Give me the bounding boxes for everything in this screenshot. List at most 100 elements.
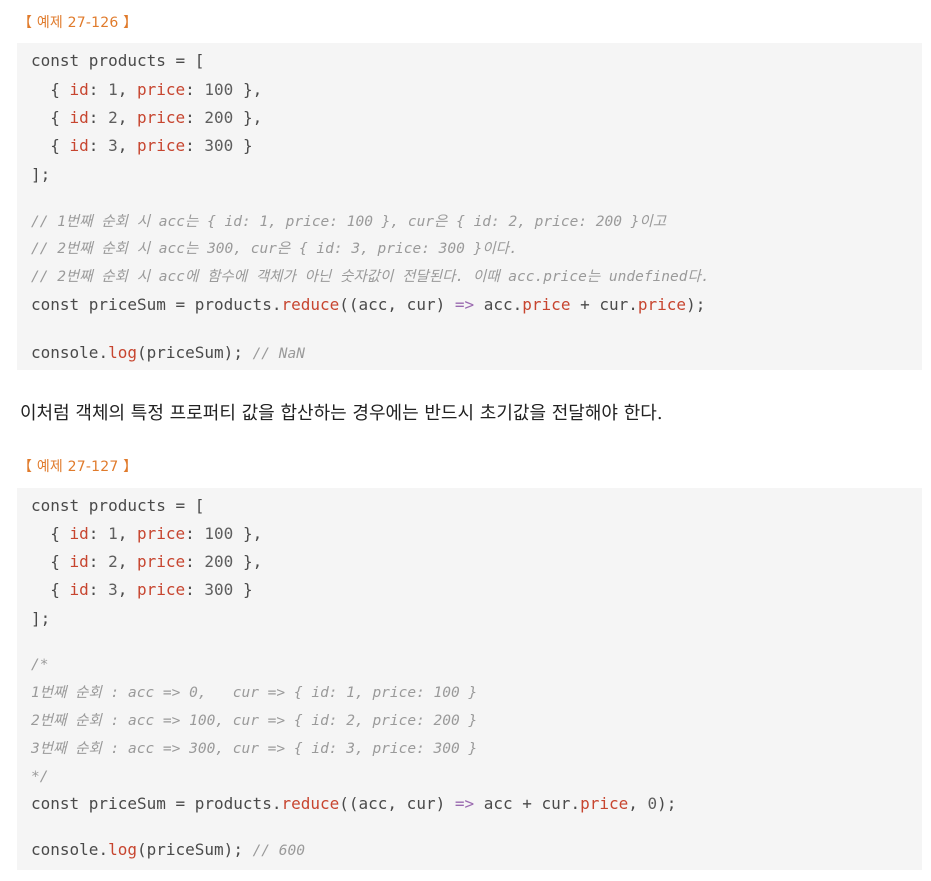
code-comment-text: // NaN bbox=[252, 346, 305, 362]
code-text: . bbox=[98, 840, 109, 859]
code-text: (priceSum); bbox=[136, 840, 253, 859]
code-block: const products = [ { id: 1, price: 100 }… bbox=[17, 488, 922, 870]
code-text: } bbox=[233, 580, 253, 599]
code-text: { bbox=[31, 552, 70, 571]
code-number: 200 bbox=[204, 552, 234, 571]
code-text: : bbox=[88, 552, 109, 571]
code-comment-text: // 1번째 순회 시 acc는 { id: 1, price: 100 }, … bbox=[31, 214, 667, 230]
code-text: : bbox=[185, 524, 205, 543]
code-operator: => bbox=[454, 794, 475, 813]
code-property: price bbox=[136, 524, 186, 543]
code-text: , bbox=[117, 108, 137, 127]
code-property: id bbox=[69, 552, 89, 571]
code-number: 300 bbox=[204, 136, 234, 155]
code-line: { id: 3, price: 300 } bbox=[31, 136, 253, 156]
code-number: 1 bbox=[108, 524, 118, 543]
code-text: : bbox=[88, 108, 109, 127]
code-property: price bbox=[136, 580, 186, 599]
code-block: const products = [ { id: 1, price: 100 }… bbox=[17, 43, 922, 370]
code-number: 100 bbox=[204, 80, 234, 99]
code-text: , bbox=[117, 136, 137, 155]
code-text: { bbox=[31, 136, 70, 155]
code-text: ]; bbox=[31, 165, 51, 184]
code-comment-text: 2번째 순회 : acc => 100, cur => { id: 2, pri… bbox=[31, 713, 478, 729]
code-text: : bbox=[185, 108, 205, 127]
code-keyword: console bbox=[31, 840, 99, 859]
code-property: id bbox=[69, 80, 89, 99]
code-property: id bbox=[69, 524, 89, 543]
code-property: price bbox=[637, 295, 687, 314]
code-function: reduce bbox=[281, 295, 340, 314]
code-property: price bbox=[136, 80, 186, 99]
code-number: 200 bbox=[204, 108, 234, 127]
code-text: , bbox=[117, 524, 137, 543]
code-keyword: const bbox=[31, 496, 89, 515]
code-line: console.log(priceSum); // NaN bbox=[31, 343, 305, 364]
code-line: { id: 3, price: 300 } bbox=[31, 580, 253, 600]
code-keyword: const bbox=[31, 794, 89, 813]
code-text: : bbox=[88, 524, 109, 543]
code-line: ]; bbox=[31, 165, 50, 185]
code-text: , bbox=[628, 794, 648, 813]
code-comment-text: /* bbox=[31, 657, 49, 673]
code-text: priceSum = products. bbox=[88, 794, 282, 813]
code-text: . bbox=[98, 343, 109, 362]
code-text: }, bbox=[233, 552, 263, 571]
code-comment: /* bbox=[31, 654, 48, 675]
example-label: 【 예제 27-127 】 bbox=[18, 459, 138, 475]
code-text: acc + cur. bbox=[474, 794, 581, 813]
code-comment-text: 3번째 순회 : acc => 300, cur => { id: 3, pri… bbox=[31, 741, 478, 757]
code-line: { id: 1, price: 100 }, bbox=[31, 80, 262, 100]
code-property: id bbox=[69, 136, 89, 155]
code-function: log bbox=[108, 343, 137, 362]
code-line: ]; bbox=[31, 609, 50, 629]
code-comment: // 2번째 순회 시 acc는 300, cur은 { id: 3, pric… bbox=[31, 238, 518, 259]
code-comment-text: // 600 bbox=[252, 843, 305, 859]
code-text: , bbox=[117, 580, 137, 599]
code-line: { id: 2, price: 200 }, bbox=[31, 552, 262, 572]
code-property: price bbox=[522, 295, 571, 314]
code-comment: 1번째 순회 : acc => 0, cur => { id: 1, price… bbox=[31, 682, 477, 703]
code-function: reduce bbox=[281, 794, 340, 813]
code-number: 3 bbox=[108, 136, 118, 155]
code-number: 1 bbox=[108, 80, 118, 99]
code-property: price bbox=[136, 108, 186, 127]
code-comment: 3번째 순회 : acc => 300, cur => { id: 3, pri… bbox=[31, 738, 477, 759]
code-comment: 2번째 순회 : acc => 100, cur => { id: 2, pri… bbox=[31, 710, 477, 731]
code-text: }, bbox=[233, 108, 263, 127]
code-text: (priceSum); bbox=[136, 343, 253, 362]
code-number: 100 bbox=[204, 524, 234, 543]
code-text: : bbox=[185, 580, 205, 599]
code-text: : bbox=[88, 136, 109, 155]
code-text: : bbox=[185, 552, 205, 571]
code-line: { id: 2, price: 200 }, bbox=[31, 108, 262, 128]
code-text: : bbox=[185, 80, 205, 99]
code-text: : bbox=[88, 580, 109, 599]
code-text: priceSum = products. bbox=[88, 295, 282, 314]
example-label: 【 예제 27-126 】 bbox=[18, 15, 138, 31]
code-number: 3 bbox=[108, 580, 118, 599]
code-number: 0 bbox=[647, 794, 658, 813]
code-text: , bbox=[117, 80, 137, 99]
code-comment-text: // 2번째 순회 시 acc는 300, cur은 { id: 3, pric… bbox=[31, 241, 518, 257]
code-text: ((acc, cur) bbox=[339, 794, 455, 813]
code-line: const products = [ bbox=[31, 496, 204, 516]
code-text: ); bbox=[686, 295, 706, 314]
code-text: acc. bbox=[474, 295, 523, 314]
code-text: products = [ bbox=[88, 51, 205, 70]
code-text: { bbox=[31, 108, 70, 127]
code-text: }, bbox=[233, 524, 263, 543]
code-number: 2 bbox=[108, 552, 118, 571]
code-comment: // 2번째 순회 시 acc에 함수에 객체가 아닌 숫자값이 전달된다. 이… bbox=[31, 266, 710, 287]
body-paragraph: 이처럼 객체의 특정 프로퍼티 값을 합산하는 경우에는 반드시 초기값을 전달… bbox=[20, 403, 663, 424]
code-text: ); bbox=[657, 794, 677, 813]
code-property: id bbox=[69, 580, 89, 599]
code-line: { id: 1, price: 100 }, bbox=[31, 524, 262, 544]
code-property: price bbox=[136, 552, 186, 571]
code-line: const priceSum = products.reduce((acc, c… bbox=[31, 295, 705, 315]
code-operator: => bbox=[454, 295, 475, 314]
code-property: id bbox=[69, 108, 89, 127]
code-text: } bbox=[233, 136, 253, 155]
code-text: : bbox=[185, 136, 205, 155]
code-comment: // 1번째 순회 시 acc는 { id: 1, price: 100 }, … bbox=[31, 211, 666, 232]
